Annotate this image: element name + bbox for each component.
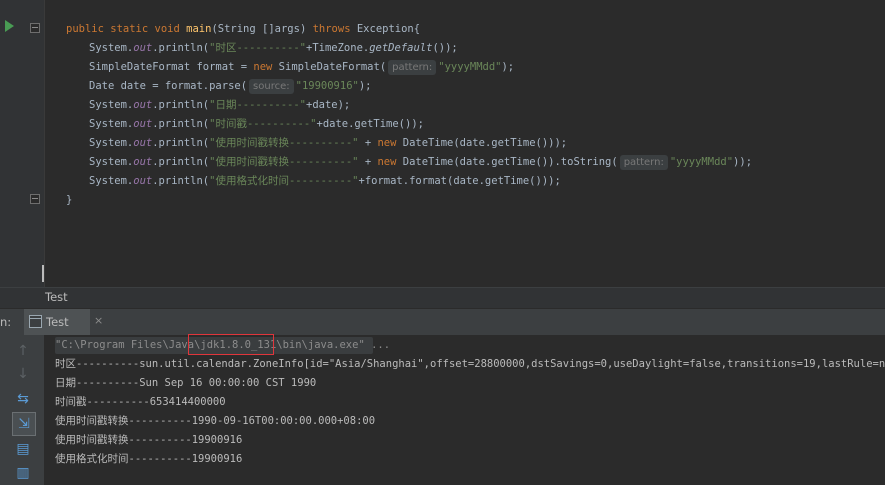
parameter-hint: pattern: xyxy=(388,60,437,75)
code-line-8: System.out.println("使用时间戳转换----------" +… xyxy=(89,155,753,170)
run-gutter-icon[interactable] xyxy=(5,20,14,32)
code-editor[interactable]: public static void main(String []args) t… xyxy=(0,0,885,287)
code-line-4: Date date = format.parse(source: "1990091… xyxy=(89,79,372,94)
trash-icon[interactable]: ▥ xyxy=(12,462,34,484)
tab-label: Test xyxy=(46,315,69,329)
close-icon[interactable]: × xyxy=(94,314,103,327)
run-panel-title: n: xyxy=(0,315,12,329)
console-toolbar: ↑ ↓ ⇆ ⇲ ▤ ▥ xyxy=(0,335,44,485)
print-icon[interactable]: ▤ xyxy=(12,438,34,460)
run-tool-window-header: n: Test × xyxy=(0,308,885,336)
run-config-icon xyxy=(29,315,42,328)
tab-run-test[interactable]: Test × xyxy=(24,309,103,335)
console-line: 时区----------sun.util.calendar.ZoneInfo[i… xyxy=(55,358,885,370)
fold-marker-icon[interactable] xyxy=(30,194,40,204)
console-line: 使用时间戳转换----------19900916 xyxy=(55,434,243,446)
editor-gutter xyxy=(0,0,45,287)
breadcrumb: Test xyxy=(0,287,885,308)
console-line: 使用时间戳转换----------1990-09-16T00:00:00.000… xyxy=(55,415,376,427)
console-line: 时间戳----------653414400000 xyxy=(55,396,226,408)
code-line-9: System.out.println("使用格式化时间----------"+f… xyxy=(89,175,561,187)
parameter-hint: pattern: xyxy=(619,155,668,170)
down-arrow-icon[interactable]: ↓ xyxy=(12,363,34,385)
console-line: 使用格式化时间----------19900916 xyxy=(55,453,243,465)
fold-marker-icon[interactable] xyxy=(30,23,40,33)
up-arrow-icon[interactable]: ↑ xyxy=(12,340,34,362)
code-line-6: System.out.println("时间戳----------"+date.… xyxy=(89,118,424,130)
scroll-to-end-icon[interactable]: ⇲ xyxy=(12,412,36,436)
code-line-2: System.out.println("时区----------"+TimeZo… xyxy=(89,42,458,54)
code-line-5: System.out.println("日期----------"+date); xyxy=(89,99,351,111)
code-line-3: SimpleDateFormat format = new SimpleDate… xyxy=(89,60,515,75)
console-output[interactable]: "C:\Program Files\Java\jdk1.8.0_131\bin\… xyxy=(45,334,885,485)
code-line-7: System.out.println("使用时间戳转换----------" +… xyxy=(89,137,568,149)
console-line: 日期----------Sun Sep 16 00:00:00 CST 1990 xyxy=(55,377,317,389)
code-line-1: public static void main(String []args) t… xyxy=(66,23,421,35)
breadcrumb-item[interactable]: Test xyxy=(45,290,68,304)
parameter-hint: source: xyxy=(249,79,294,94)
soft-wrap-icon[interactable]: ⇆ xyxy=(12,388,34,410)
code-line-10: } xyxy=(66,194,73,206)
text-caret xyxy=(42,265,44,282)
highlight-annotation-box xyxy=(188,334,274,355)
